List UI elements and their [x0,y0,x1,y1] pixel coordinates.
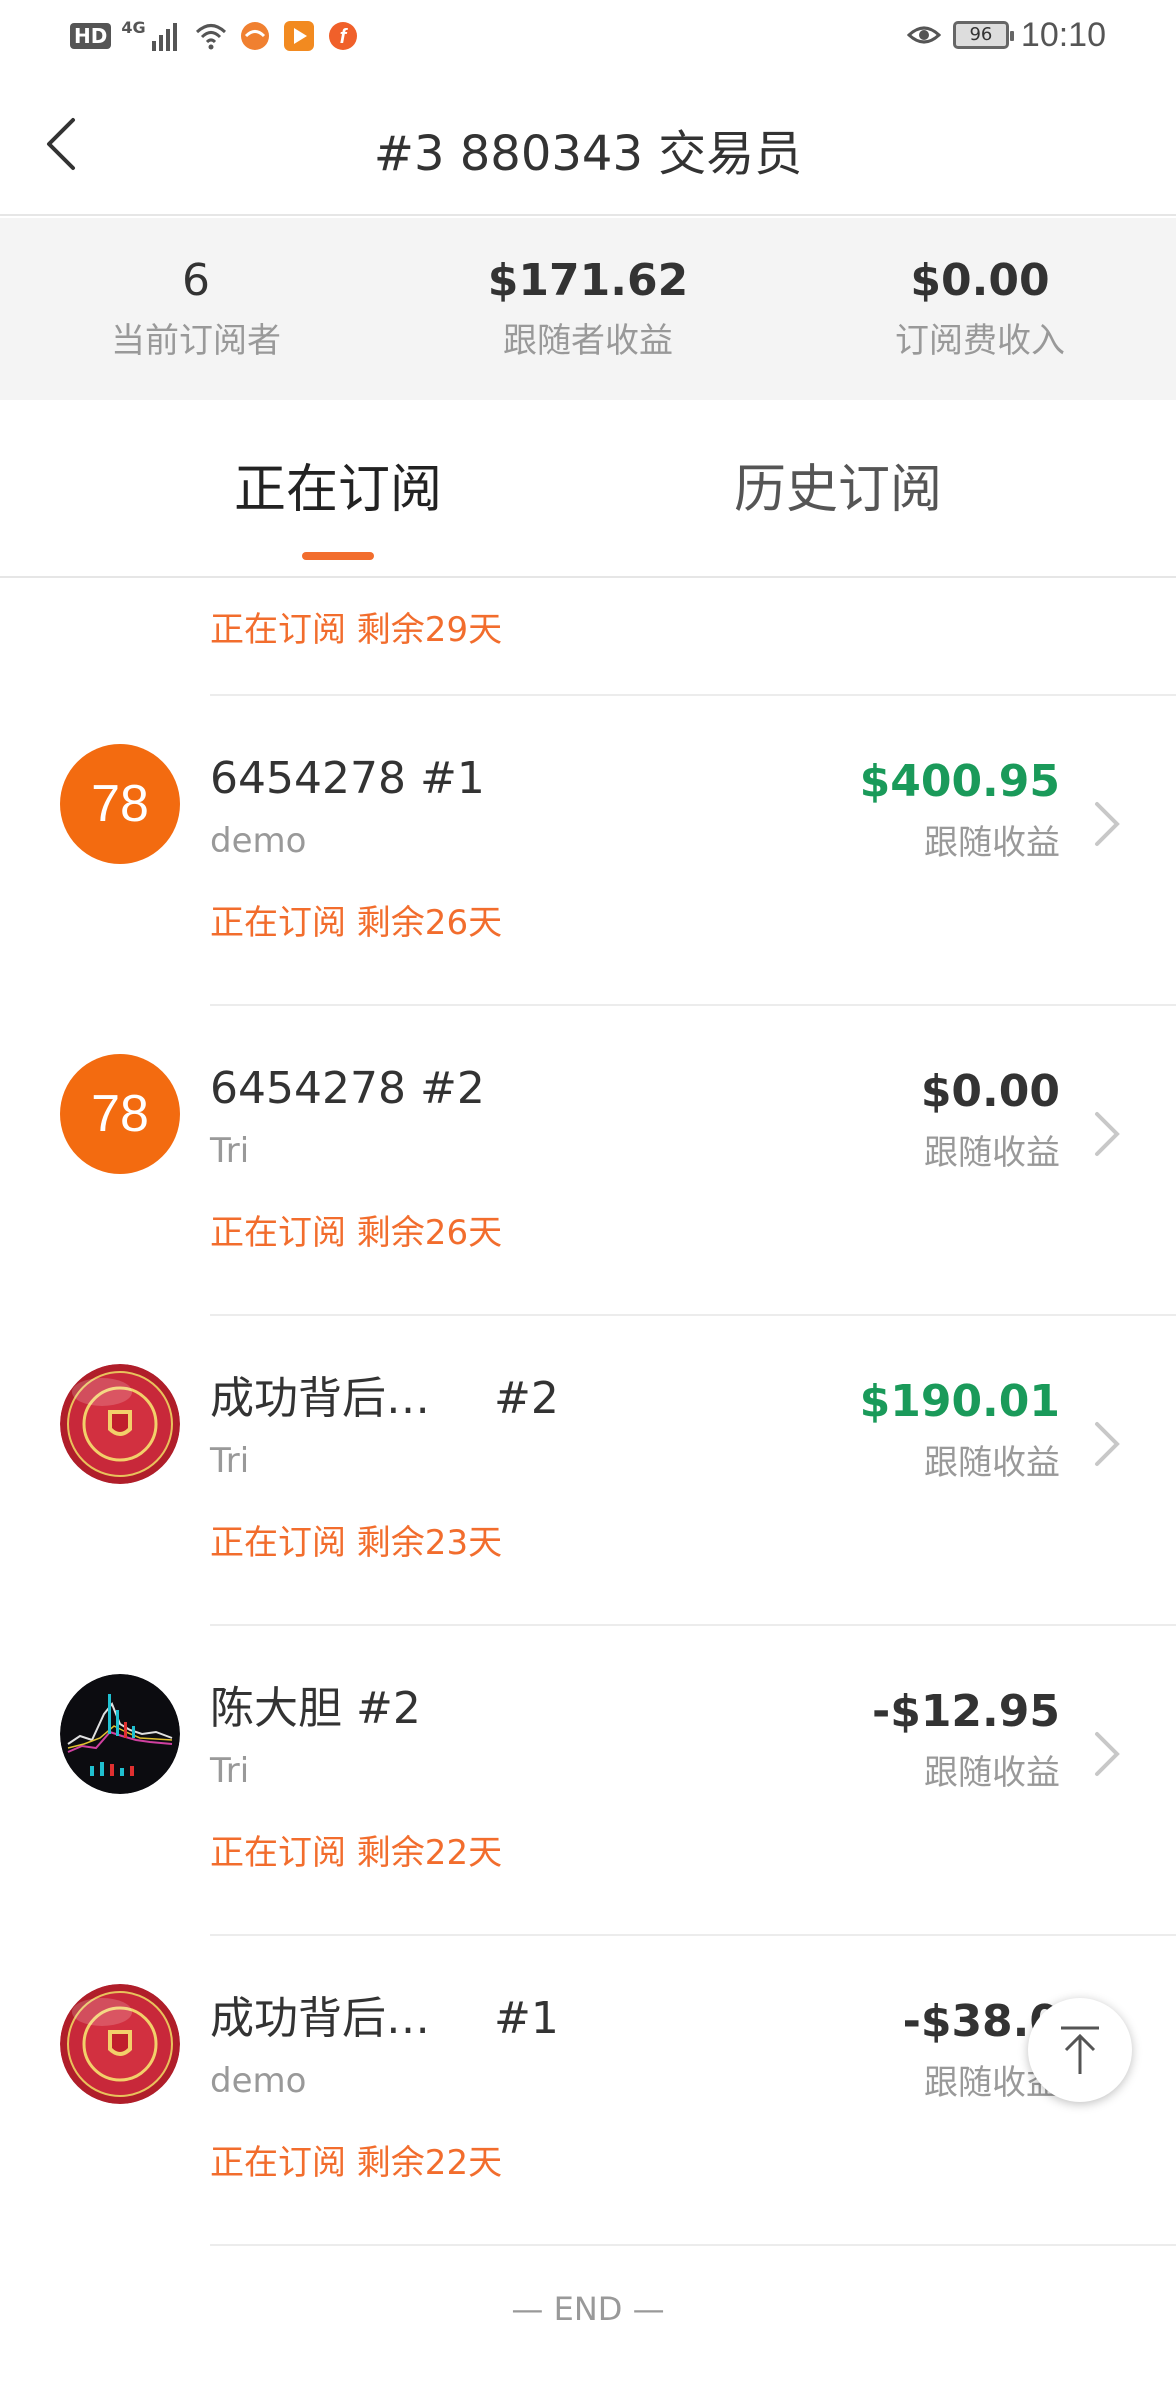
app-notification-icon [240,22,269,50]
item-status: 正在订阅 剩余22天 [210,2143,503,2183]
item-account: Tri [210,1751,250,1791]
tab-bar: 正在订阅 历史订阅 [0,400,1176,578]
arrow-up-icon [1061,2026,1099,2074]
list-item[interactable]: 陈大胆 #2 Tri 正在订阅 剩余22天 -$12.95 跟随收益 [0,1626,1176,1936]
app-f-icon: f [328,22,357,50]
stat-fee-income: $0.00 订阅费收入 [784,218,1176,400]
item-title: 6454278 #2 [210,1063,485,1114]
item-title: 成功背后… [210,1373,430,1424]
item-amount: $400.95 [859,756,1060,807]
status-bar-right: 96 10:10 [906,14,1106,56]
fee-income-label: 订阅费收入 [895,321,1065,361]
follower-profit-label: 跟随者收益 [503,321,673,361]
status-bar-left: HD 4G f [70,18,360,54]
club-crest-icon [60,1364,180,1484]
follower-profit-value: $171.62 [487,255,689,306]
eye-icon [906,26,941,44]
item-title: 6454278 #1 [210,753,485,804]
avatar [60,1674,180,1794]
battery-icon: 96 [952,21,1014,49]
subscribers-label: 当前订阅者 [111,321,281,361]
item-account: Tri [210,1131,250,1171]
list-item[interactable]: 78 6454278 #2 Tri 正在订阅 剩余26天 $0.00 跟随收益 [0,1006,1176,1316]
network-label: 4G [121,18,146,37]
stock-chart-avatar-icon [60,1674,180,1794]
wifi-icon [195,24,226,50]
club-crest-icon [60,1984,180,2104]
stats-summary: 6 当前订阅者 $171.62 跟随者收益 $0.00 订阅费收入 [0,218,1176,400]
divider [210,2244,1176,2246]
avatar [60,1364,180,1484]
list-item[interactable]: 成功背后… #2 Tri 正在订阅 剩余23天 $190.01 跟随收益 [0,1316,1176,1626]
avatar: 78 [60,744,180,864]
back-to-top-button[interactable] [1028,1998,1132,2102]
chevron-right-icon [1095,1112,1120,1156]
item-title: 陈大胆 #2 [210,1683,421,1734]
chevron-right-icon [1095,1732,1120,1776]
item-amount-label: 跟随收益 [924,823,1060,863]
item-account: Tri [210,1441,250,1481]
nav-bar: #3 880343 交易员 [0,72,1176,216]
item-status: 正在订阅 剩余23天 [210,1523,503,1563]
item-status: 正在订阅 剩余26天 [210,903,503,943]
list-item[interactable]: 成功背后… #1 demo 正在订阅 剩余22天 -$38.0 跟随收益 [0,1936,1176,2246]
item-tag: #1 [494,1993,559,2044]
active-tab-indicator [302,552,374,560]
tab-current-subscriptions[interactable]: 正在订阅 [234,450,442,530]
clock: 10:10 [1020,15,1106,54]
stat-current-subscribers: 6 当前订阅者 [0,218,392,400]
fee-income-value: $0.00 [910,255,1050,306]
chevron-right-icon [1095,1422,1120,1466]
avatar: 78 [60,1054,180,1174]
item-amount: $190.01 [859,1376,1060,1427]
avatar [60,1984,180,2104]
status-bar: HD 4G f 96 10:10 [0,0,1176,72]
item-status: 正在订阅 剩余26天 [210,1213,503,1253]
list-item[interactable]: 78 6454278 #1 demo 正在订阅 剩余26天 $400.95 跟随… [0,696,1176,1006]
partial-item-status: 正在订阅 剩余29天 [210,610,503,650]
item-account: demo [210,2061,307,2101]
item-amount-label: 跟随收益 [924,1753,1060,1793]
item-amount: $0.00 [920,1066,1060,1117]
page-title: #3 880343 交易员 [373,126,803,182]
hd-indicator: HD [70,23,112,49]
signal-icon [151,23,177,51]
video-app-icon [283,21,314,51]
chevron-right-icon [1095,802,1120,846]
tab-history-subscriptions[interactable]: 历史订阅 [734,450,942,530]
stat-follower-profit: $171.62 跟随者收益 [392,218,784,400]
item-tag: #2 [494,1373,559,1424]
subscribers-count: 6 [182,255,210,306]
end-of-list: — END — [511,2290,665,2328]
item-status: 正在订阅 剩余22天 [210,1833,503,1873]
item-amount-label: 跟随收益 [924,1443,1060,1483]
item-title: 成功背后… [210,1993,430,2044]
item-account: demo [210,821,307,861]
item-amount-label: 跟随收益 [924,1133,1060,1173]
item-amount: -$12.95 [871,1686,1060,1737]
